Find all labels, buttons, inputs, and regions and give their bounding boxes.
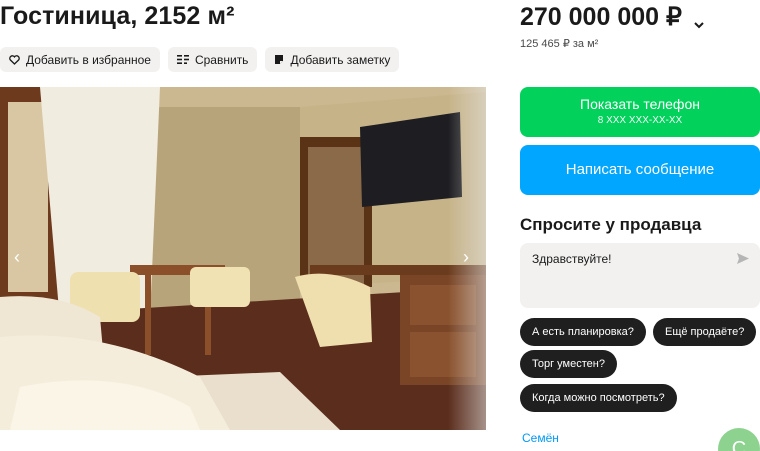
- quick-question-chip[interactable]: Ещё продаёте?: [653, 318, 757, 346]
- quick-question-chip[interactable]: Торг уместен?: [520, 350, 617, 378]
- chevron-down-icon[interactable]: [692, 10, 706, 29]
- compare-icon: [176, 54, 189, 65]
- add-note-label: Добавить заметку: [290, 52, 391, 67]
- price-value: 270 000 000 ₽: [520, 3, 682, 31]
- price-per-m2: 125 465 ₽ за м²: [520, 38, 599, 50]
- quick-question-chip[interactable]: А есть планировка?: [520, 318, 646, 346]
- seller-name-link[interactable]: Семён: [522, 431, 559, 445]
- compare-label: Сравнить: [194, 52, 249, 67]
- ask-seller-title: Спросите у продавца: [520, 215, 702, 234]
- masked-phone-number: 8 XXX XXX-XX-XX: [597, 115, 683, 126]
- hotel-room-photo: [0, 87, 486, 430]
- chevron-right-icon[interactable]: ›: [458, 247, 474, 267]
- avatar[interactable]: С: [718, 428, 760, 451]
- listing-photo[interactable]: ‹ ›: [0, 87, 486, 430]
- compare-button[interactable]: Сравнить: [167, 47, 258, 72]
- listing-actions: Добавить в избранное Сравнить Добавить з…: [0, 47, 400, 72]
- quick-question-chip[interactable]: Когда можно посмотреть?: [520, 384, 677, 412]
- add-note-button[interactable]: Добавить заметку: [265, 47, 400, 72]
- listing-title: Гостиница, 2152 м²: [0, 2, 235, 30]
- show-phone-button[interactable]: Показать телефон 8 XXX XXX-XX-XX: [520, 87, 760, 137]
- add-favorite-label: Добавить в избранное: [26, 52, 151, 67]
- heart-icon: [9, 54, 20, 65]
- price-block[interactable]: 270 000 000 ₽: [520, 2, 706, 32]
- write-message-button[interactable]: Написать сообщение: [520, 145, 760, 195]
- add-favorite-button[interactable]: Добавить в избранное: [0, 47, 160, 72]
- chevron-left-icon[interactable]: ‹: [9, 247, 25, 267]
- show-phone-label: Показать телефон: [580, 96, 700, 112]
- send-icon[interactable]: [736, 252, 750, 270]
- message-input-value: Здравствуйте!: [532, 252, 612, 266]
- message-input[interactable]: Здравствуйте!: [520, 243, 760, 308]
- note-icon: [274, 54, 284, 65]
